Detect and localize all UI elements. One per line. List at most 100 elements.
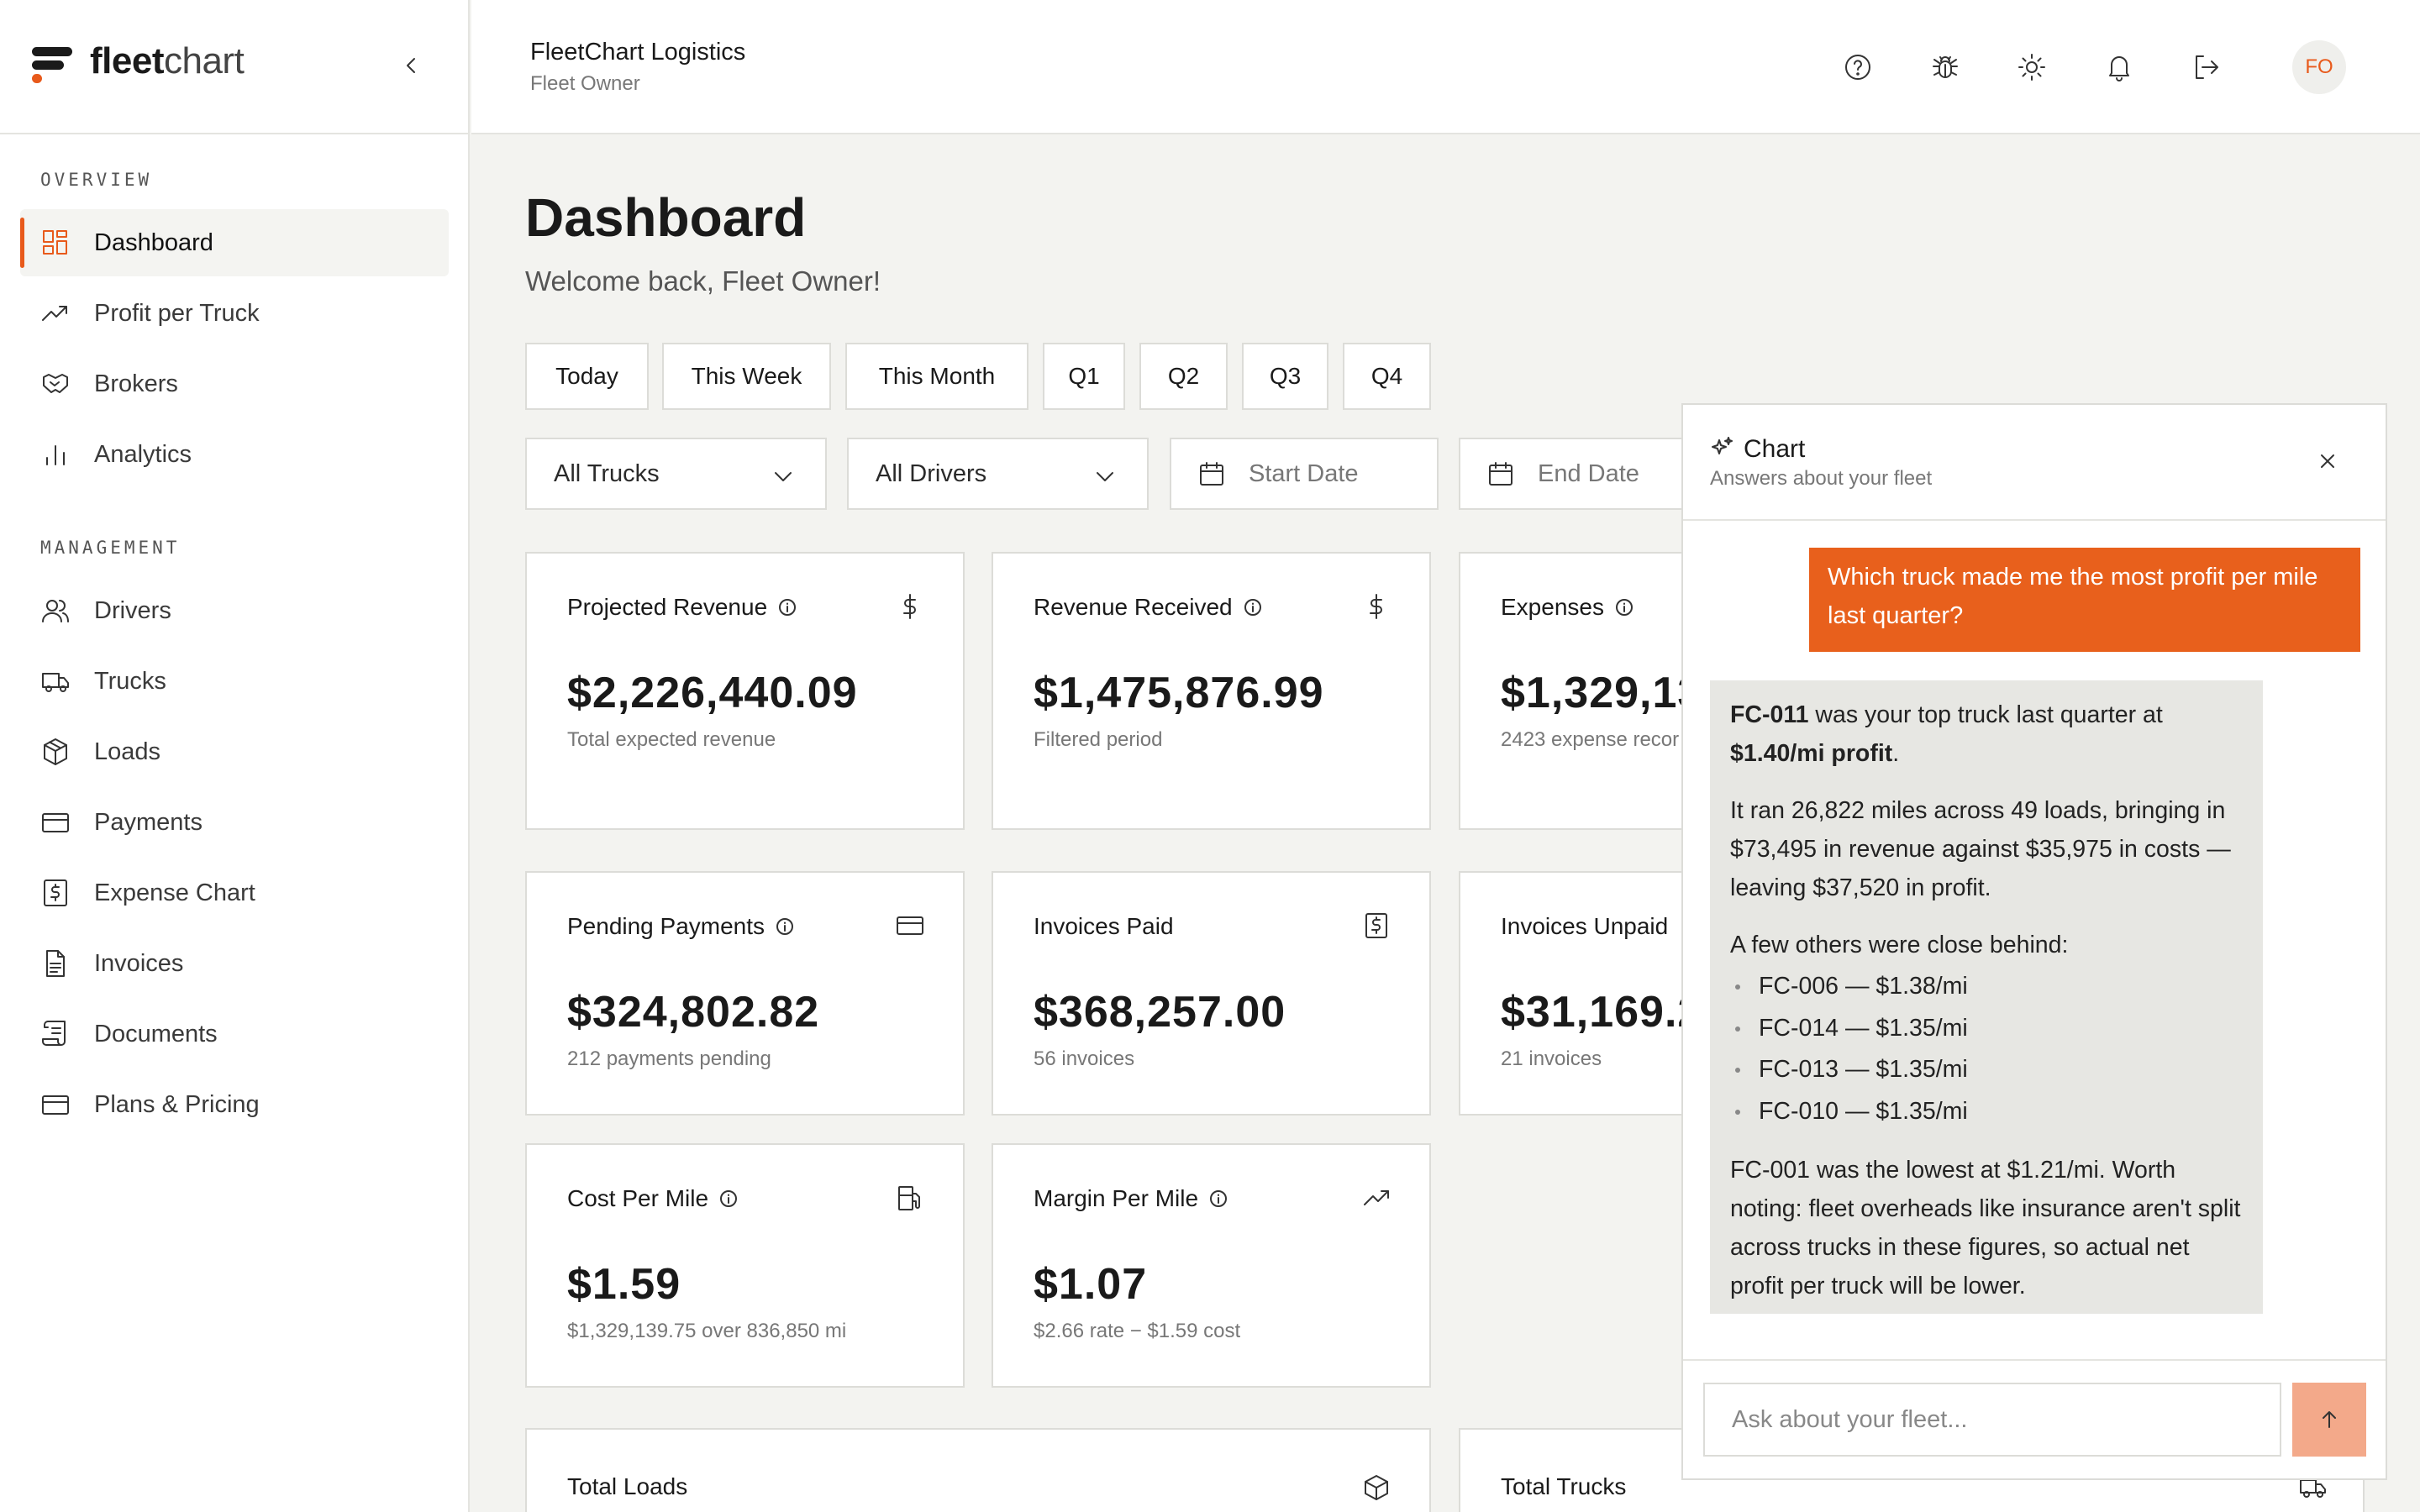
info-icon[interactable] [775,916,795,937]
card-title: Pending Payments [567,913,795,940]
period-this-month-button[interactable]: This Month [845,343,1028,410]
card-subtext: 212 payments pending [567,1047,771,1070]
fleetchart-logo-icon [32,47,72,83]
truck-filter-select[interactable]: All Trucks [525,438,827,510]
send-button[interactable] [2292,1383,2366,1457]
card-title-text: Invoices Paid [1034,913,1174,939]
chat-header: Chart Answers about your fleet [1683,405,2386,521]
card-subtext: 2423 expense recor [1501,728,1680,751]
sidebar-item-documents[interactable]: Documents [20,1000,449,1068]
bug-icon[interactable] [1930,52,1960,82]
calendar-icon [1489,462,1512,486]
top-bar: FleetChart Logistics Fleet Owner FO [471,0,2420,134]
collapse-sidebar-icon[interactable] [398,52,425,79]
company-name: FleetChart Logistics [530,39,746,66]
sidebar-item-label: Expense Chart [94,879,255,906]
sidebar-item-expense-chart[interactable]: Expense Chart [20,859,449,927]
card-subtext: 56 invoices [1034,1047,1135,1070]
receipt-icon [44,879,67,906]
sun-icon[interactable] [2017,52,2047,82]
driver-filter-value: All Drivers [876,459,987,487]
card-value: $324,802.82 [567,988,820,1037]
chat-input-area [1683,1359,2386,1478]
start-date-input[interactable]: Start Date [1170,438,1439,510]
chat-title: Chart [1744,435,1806,463]
card-title: Cost Per Mile [567,1185,739,1212]
bell-icon[interactable] [2104,52,2134,82]
info-icon[interactable] [777,597,797,617]
welcome-message: Welcome back, Fleet Owner! [525,265,881,297]
sidebar-item-label: Brokers [94,370,178,397]
truck-ranking-list: FC-006 — $1.38/mi FC-014 — $1.35/mi FC-0… [1730,966,2243,1132]
card-total-loads[interactable]: Total Loads [525,1428,1431,1512]
period-q4-button[interactable]: Q4 [1343,343,1431,410]
info-icon[interactable] [718,1189,739,1209]
card-invoices-paid[interactable]: Invoices Paid $368,257.00 56 invoices [992,871,1431,1116]
card-title-text: Total Loads [567,1473,688,1499]
dollar-icon [903,594,916,619]
card-projected-revenue[interactable]: Projected Revenue $2,226,440.09 Total ex… [525,552,965,830]
scroll-icon [42,1021,66,1046]
period-q2-button[interactable]: Q2 [1139,343,1228,410]
card-title-text: Total Trucks [1501,1473,1627,1499]
info-icon[interactable] [1243,597,1263,617]
card-title-text: Margin Per Mile [1034,1185,1199,1211]
sidebar-item-drivers[interactable]: Drivers [20,577,449,644]
card-value: $368,257.00 [1034,988,1286,1037]
sidebar-item-loads[interactable]: Loads [20,718,449,785]
info-icon[interactable] [1208,1189,1228,1209]
calendar-icon [1200,462,1223,486]
card-title: Revenue Received [1034,594,1263,621]
card-value: $2,226,440.09 [567,669,858,717]
card-subtext: $2.66 rate − $1.59 cost [1034,1320,1241,1342]
assistant-paragraph: FC-011 was your top truck last quarter a… [1730,696,2243,773]
period-this-week-button[interactable]: This Week [662,343,831,410]
logout-icon[interactable] [2191,52,2222,82]
card-title-text: Revenue Received [1034,594,1233,620]
period-q3-button[interactable]: Q3 [1242,343,1328,410]
arrow-up-icon [2323,1411,2336,1428]
sidebar-item-plans-pricing[interactable]: Plans & Pricing [20,1071,449,1138]
start-date-placeholder: Start Date [1249,459,1359,487]
avatar[interactable]: FO [2292,40,2346,94]
section-label-management: MANAGEMENT [40,538,181,558]
package-icon [1365,1475,1388,1500]
trending-up-icon [1364,1190,1389,1205]
period-today-button[interactable]: Today [525,343,649,410]
chat-input[interactable] [1703,1383,2281,1457]
sidebar-item-invoices[interactable]: Invoices [20,930,449,997]
card-title-text: Invoices Unpaid [1501,913,1669,939]
sidebar-item-payments[interactable]: Payments [20,789,449,856]
sidebar-item-analytics[interactable]: Analytics [20,421,449,488]
assistant-paragraph: It ran 26,822 miles across 49 loads, bri… [1730,797,2231,901]
info-icon[interactable] [1614,597,1634,617]
sidebar-item-trucks[interactable]: Trucks [20,648,449,715]
help-icon[interactable] [1843,52,1873,82]
sidebar-item-profit-per-truck[interactable]: Profit per Truck [20,280,449,347]
list-item: FC-006 — $1.38/mi [1730,966,2243,1008]
card-title-text: Expenses [1501,594,1604,620]
period-q1-button[interactable]: Q1 [1043,343,1125,410]
users-icon [42,600,69,622]
bar-chart-icon [46,445,65,465]
sidebar-item-label: Plans & Pricing [94,1090,260,1118]
handshake-icon [43,374,68,393]
assistant-message: FC-011 was your top truck last quarter a… [1710,680,2263,1314]
end-date-input[interactable]: End Date [1459,438,1702,510]
sidebar-item-dashboard[interactable]: Dashboard [20,209,449,276]
driver-filter-select[interactable]: All Drivers [847,438,1149,510]
end-date-placeholder: End Date [1538,459,1639,487]
fuel-pump-icon [898,1186,920,1210]
card-value: $1.07 [1034,1260,1148,1309]
truck-icon [42,673,69,692]
card-pending-payments[interactable]: Pending Payments $324,802.82 212 payment… [525,871,965,1116]
chevron-down-icon [1097,472,1113,481]
card-value: $31,169.2 [1501,988,1703,1037]
chevron-down-icon [775,472,792,481]
card-margin-per-mile[interactable]: Margin Per Mile $1.07 $2.66 rate − $1.59… [992,1143,1431,1388]
card-cost-per-mile[interactable]: Cost Per Mile $1.59 $1,329,139.75 over 8… [525,1143,965,1388]
card-revenue-received[interactable]: Revenue Received $1,475,876.99 Filtered … [992,552,1431,830]
sidebar-item-brokers[interactable]: Brokers [20,350,449,417]
close-icon[interactable] [2315,449,2340,474]
trending-up-icon [42,306,67,321]
